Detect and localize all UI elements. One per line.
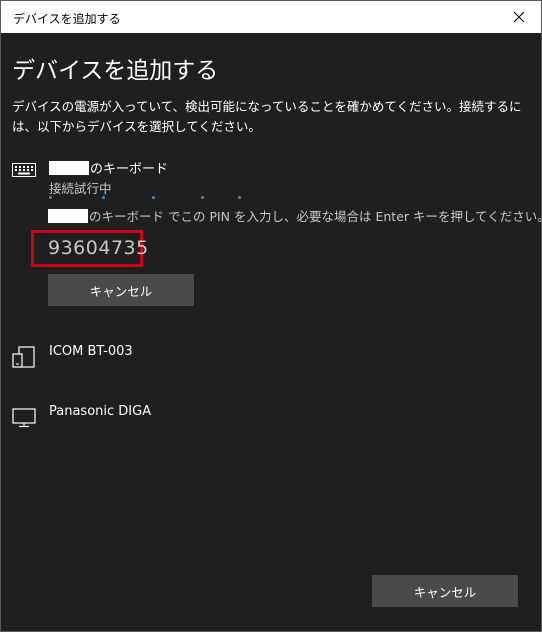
progress-dot [152, 196, 155, 199]
redacted-name [49, 161, 89, 175]
cancel-pairing-button[interactable]: キャンセル [48, 274, 194, 306]
window-title: デバイスを追加する [13, 12, 121, 26]
progress-dots [49, 196, 249, 202]
device-icon [12, 346, 36, 372]
redacted-name [48, 209, 88, 223]
add-device-window: デバイスを追加する デバイスを追加する デバイスの電源が入っていて、検出可能にな… [0, 0, 542, 632]
device-item-diga[interactable]: Panasonic DIGA [12, 404, 512, 434]
device-name-label: のキーボード [90, 162, 169, 177]
title-bar: デバイスを追加する [1, 1, 541, 33]
cancel-button[interactable]: キャンセル [372, 575, 518, 607]
close-icon[interactable] [497, 1, 541, 33]
progress-dot [201, 196, 204, 199]
instruction-text: デバイスの電源が入っていて、検出可能になっていることを確かめてください。接続する… [12, 99, 522, 134]
progress-dot [49, 196, 52, 199]
monitor-icon [12, 408, 36, 432]
page-title: デバイスを追加する [12, 58, 219, 84]
pin-instruction-text: のキーボード でこの PIN を入力し、必要な場合は Enter キーを押してく… [89, 209, 542, 224]
device-name: のキーボード [49, 158, 168, 177]
pin-code: 93604735 [48, 237, 149, 259]
device-name: Panasonic DIGA [49, 404, 152, 419]
keyboard-icon [12, 162, 36, 181]
device-name: ICOM BT-003 [49, 344, 133, 359]
progress-dot [238, 196, 241, 199]
pairing-status: 接続試行中 [49, 181, 112, 196]
progress-dot [102, 196, 105, 199]
device-item-icom[interactable]: ICOM BT-003 [12, 344, 512, 374]
pin-instruction: のキーボード でこの PIN を入力し、必要な場合は Enter キーを押してく… [48, 206, 542, 225]
